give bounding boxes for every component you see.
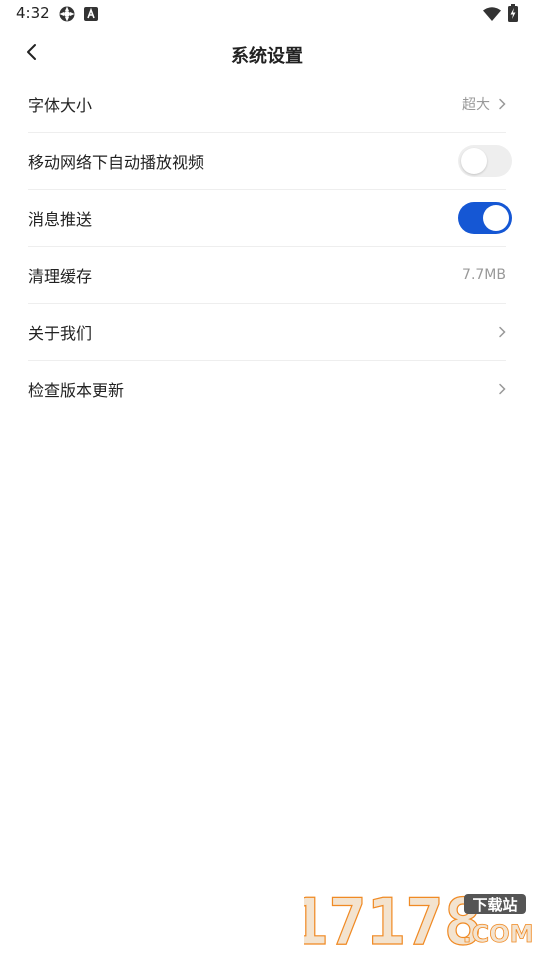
watermark-logo: 17178 下载站 .COM	[289, 884, 534, 954]
svg-text:17178: 17178	[304, 886, 482, 950]
settings-row-push: 消息推送	[28, 190, 512, 247]
update-label: 检查版本更新	[28, 381, 125, 400]
nav-bar: 系统设置	[0, 32, 534, 76]
toggle-knob	[461, 148, 487, 174]
svg-text:下载站: 下载站	[472, 896, 517, 914]
battery-charging-icon	[508, 4, 518, 26]
page-title: 系统设置	[231, 46, 303, 67]
chevron-right-icon	[498, 383, 506, 395]
status-time: 4:32	[16, 4, 50, 22]
settings-row-font-size[interactable]: 字体大小 超大	[28, 76, 506, 133]
autoplay-label: 移动网络下自动播放视频	[28, 153, 205, 172]
update-right	[490, 361, 506, 417]
about-label: 关于我们	[28, 324, 93, 343]
font-size-label: 字体大小	[28, 96, 93, 115]
settings-list: 字体大小 超大 移动网络下自动播放视频 消息推送 清理缓存 7.7MB 关于我们…	[28, 76, 512, 417]
font-size-value: 超大	[462, 97, 490, 113]
push-toggle[interactable]	[458, 202, 512, 234]
font-size-right: 超大	[462, 76, 506, 132]
settings-row-update[interactable]: 检查版本更新	[28, 361, 506, 417]
settings-row-about[interactable]: 关于我们	[28, 304, 506, 361]
a-badge-icon	[84, 6, 98, 25]
settings-gear-icon	[58, 5, 76, 27]
cache-right: 7.7MB	[462, 247, 506, 303]
push-label: 消息推送	[28, 210, 93, 229]
chevron-right-icon	[498, 98, 506, 110]
status-bar: 4:32	[0, 0, 534, 28]
toggle-knob	[483, 205, 509, 231]
cache-label: 清理缓存	[28, 267, 93, 286]
settings-row-autoplay: 移动网络下自动播放视频	[28, 133, 512, 190]
autoplay-right	[458, 133, 512, 189]
autoplay-toggle[interactable]	[458, 145, 512, 177]
cache-size-value: 7.7MB	[462, 267, 506, 283]
chevron-right-icon	[498, 326, 506, 338]
settings-row-cache[interactable]: 清理缓存 7.7MB	[28, 247, 506, 304]
about-right	[490, 304, 506, 360]
push-right	[458, 190, 512, 246]
svg-text:.COM: .COM	[462, 920, 533, 948]
wifi-icon	[483, 6, 501, 25]
